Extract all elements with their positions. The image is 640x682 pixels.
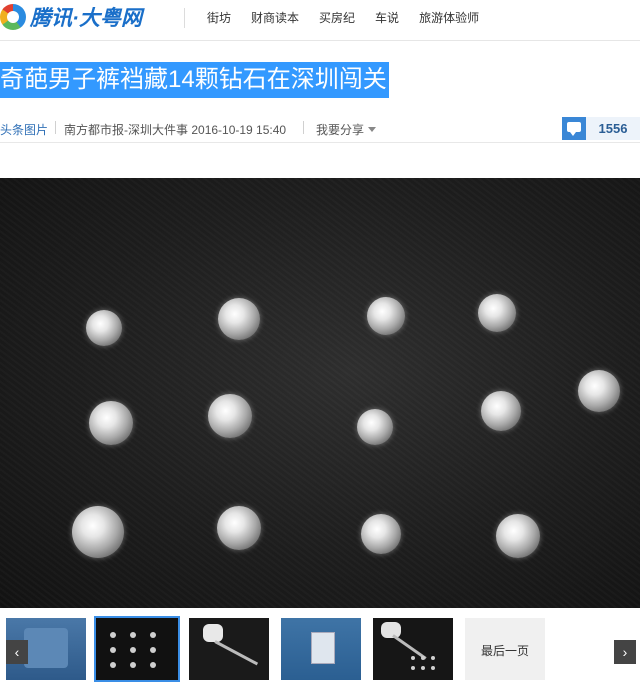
thumb-tweezers — [214, 640, 259, 666]
thumbnail-4[interactable] — [281, 618, 361, 680]
thumb-dot — [411, 666, 415, 670]
last-page-label: 最后一页 — [480, 644, 529, 658]
comment-count: 1556 — [598, 121, 628, 136]
diamond — [357, 409, 393, 445]
thumb-dot — [150, 662, 156, 668]
tencent-logo-icon — [0, 4, 26, 30]
thumb-dot — [110, 632, 116, 638]
thumb-dot — [150, 647, 156, 653]
next-arrow-icon[interactable]: › — [614, 640, 636, 664]
diamond — [578, 370, 620, 412]
divider-line — [0, 142, 640, 143]
thumb-glove — [203, 624, 223, 642]
logo-text: 腾讯·大粤网 — [30, 7, 142, 30]
diamond — [367, 297, 405, 335]
meta-divider — [55, 121, 56, 134]
article-headline: 奇葩男子裤裆藏14颗钻石在深圳闯关 — [0, 62, 389, 98]
thumb-dot — [421, 656, 425, 660]
nav-item-caishang[interactable]: 财商读本 — [251, 9, 299, 26]
thumb-dot — [130, 662, 136, 668]
category-link[interactable]: 头条图片 — [0, 121, 48, 138]
last-page-thumbnail[interactable]: 最后一页 — [465, 618, 545, 680]
diamond — [217, 506, 261, 550]
thumbnail-2-selected[interactable] — [94, 616, 180, 682]
thumbnail-5[interactable] — [373, 618, 453, 680]
thumb-bag — [311, 632, 335, 664]
thumb-pocket — [24, 628, 68, 668]
thumb-dot — [150, 632, 156, 638]
publish-time: 2016-10-19 15:40 — [191, 123, 287, 137]
diamond — [72, 506, 124, 558]
comment-icon — [562, 117, 586, 140]
nav-item-cheshuo[interactable]: 车说 — [375, 9, 399, 26]
diamond — [496, 514, 540, 558]
diamond — [478, 294, 516, 332]
thumb-dot — [431, 656, 435, 660]
nav-item-maifang[interactable]: 买房纪 — [319, 9, 355, 26]
diamond — [89, 401, 133, 445]
article-meta: 头条图片 南方都市报-深圳大件事 2016-10-19 15:40 我要分享 1… — [0, 117, 640, 140]
thumbnail-3[interactable] — [189, 618, 269, 680]
thumb-dot — [431, 666, 435, 670]
thumb-dot — [110, 662, 116, 668]
diamond — [208, 394, 252, 438]
diamond — [481, 391, 521, 431]
diamond — [86, 310, 122, 346]
source-text: 南方都市报-深圳大件事 — [64, 123, 188, 137]
thumb-glove — [381, 622, 401, 638]
thumb-dot — [130, 647, 136, 653]
comment-count-button[interactable]: 1556 — [562, 117, 640, 140]
top-nav-bar: 腾讯·大粤网 街坊 财商读本 买房纪 车说 旅游体验师 — [0, 0, 640, 41]
meta-divider — [303, 121, 304, 134]
thumb-dot — [130, 632, 136, 638]
diamond — [218, 298, 260, 340]
nav-item-jiefang[interactable]: 街坊 — [207, 9, 231, 26]
thumb-dot — [110, 647, 116, 653]
share-button[interactable]: 我要分享 — [316, 121, 377, 138]
thumb-dot — [411, 656, 415, 660]
diamond — [361, 514, 401, 554]
nav-divider — [184, 8, 185, 28]
nav-item-lvyou[interactable]: 旅游体验师 — [419, 9, 479, 26]
channel-nav: 街坊 财商读本 买房纪 车说 旅游体验师 — [207, 9, 479, 26]
main-photo-diamonds[interactable] — [0, 178, 640, 608]
chevron-down-icon — [368, 127, 377, 132]
share-label: 我要分享 — [316, 123, 365, 137]
thumb-dot — [421, 666, 425, 670]
prev-arrow-icon[interactable]: ‹ — [6, 640, 28, 664]
article-source: 南方都市报-深圳大件事 2016-10-19 15:40 — [64, 121, 286, 138]
site-logo[interactable]: 腾讯·大粤网 — [0, 2, 142, 32]
thumbnail-strip: 最后一页 ‹ › — [0, 612, 640, 682]
